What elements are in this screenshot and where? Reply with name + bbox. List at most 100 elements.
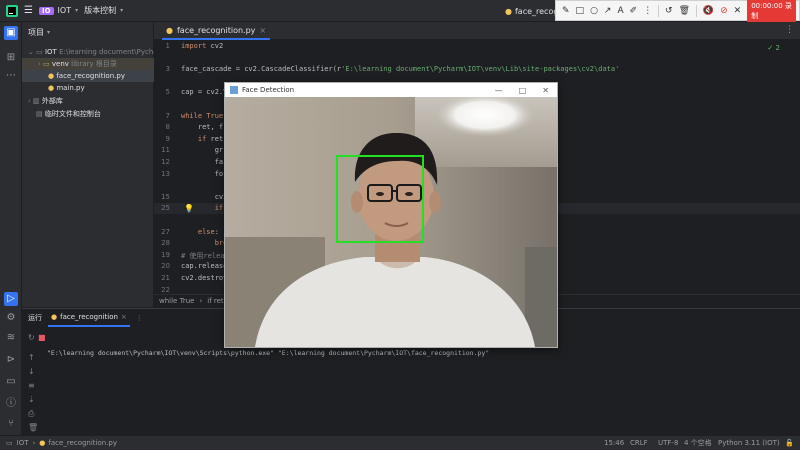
more-icon[interactable]: ⋮: [643, 6, 652, 16]
tree-root[interactable]: ⌄ ▭ IOT E:\learning document\Pychar: [22, 46, 154, 58]
line-number: 25: [161, 204, 170, 213]
mic-muted-icon[interactable]: ⊘: [720, 6, 728, 16]
undo-icon[interactable]: ↺: [665, 6, 673, 16]
window-title-bar[interactable]: Face Detection — □ ✕: [225, 83, 557, 97]
line-number: 22: [161, 285, 170, 294]
code-token: :: [214, 227, 219, 236]
git-icon[interactable]: ⑂: [5, 418, 17, 430]
tree-item-file[interactable]: ● main.py: [22, 82, 154, 94]
tool-window-strip: ▣ ⊞ ⋯ ▷ ⚙ ≋ ⊳ ▭ ⓘ ⑂: [0, 22, 22, 435]
python-interpreter[interactable]: Python 3.11 (IOT): [718, 436, 780, 450]
close-icon[interactable]: ✕: [734, 6, 742, 16]
scroll-end-icon[interactable]: ⇣: [28, 395, 35, 404]
tree-item-external-libs[interactable]: › ▥ 外部库: [22, 95, 154, 107]
divider: [658, 4, 660, 17]
tree-item-venv[interactable]: › ▭ venv library 根目录: [22, 58, 154, 70]
python-file-icon: ●: [48, 84, 55, 92]
marker-icon[interactable]: ✐: [630, 6, 638, 16]
tree-item-file[interactable]: ● face_recognition.py: [22, 70, 154, 82]
up-icon[interactable]: ↑: [28, 353, 35, 362]
window-icon[interactable]: ▭: [6, 439, 13, 447]
layers-icon[interactable]: ≋: [5, 332, 17, 344]
trash-icon[interactable]: 🗑: [28, 423, 38, 432]
code-token: gr: [181, 146, 224, 155]
code-token: if: [214, 204, 224, 213]
terminal-icon[interactable]: ▭: [5, 376, 17, 388]
status-file[interactable]: face_recognition.py: [48, 439, 117, 447]
camera-frame-image: [225, 97, 557, 347]
indent-setting[interactable]: 4 个空格: [684, 436, 712, 450]
app-icon[interactable]: [6, 4, 18, 17]
trash-icon[interactable]: 🗑: [679, 6, 690, 16]
speaker-muted-icon[interactable]: 🔇: [703, 6, 714, 16]
line-number: 27: [161, 227, 170, 236]
status-project[interactable]: IOT: [17, 439, 29, 447]
inspection-status[interactable]: ✓ 2: [767, 44, 780, 52]
code-line: # 使用relea: [181, 251, 225, 261]
run-tab[interactable]: ● face_recognition ×: [48, 309, 130, 327]
status-bar: ▭ IOT › ● face_recognition.py 15:46 CRLF…: [0, 435, 800, 450]
file-name: main.py: [56, 84, 85, 92]
rectangle-icon[interactable]: □: [576, 6, 585, 16]
project-switcher[interactable]: IO IOT ▾: [38, 6, 78, 15]
code-token: cv2.destroy: [181, 274, 228, 282]
line-number: 21: [161, 274, 170, 282]
file-name: face_recognition.py: [56, 72, 125, 80]
record-button[interactable]: 00:00:00 录制: [747, 0, 796, 23]
rerun-icon[interactable]: ↻: [28, 333, 35, 342]
text-icon[interactable]: A: [617, 6, 623, 16]
more-tools-icon[interactable]: ⋯: [5, 70, 17, 82]
tab-face-recognition[interactable]: ● face_recognition.py ×: [162, 22, 271, 40]
problems-icon[interactable]: ⓘ: [5, 398, 17, 410]
project-name: IOT: [57, 6, 72, 15]
code-line: else:: [181, 228, 219, 236]
close-icon[interactable]: ×: [259, 26, 266, 35]
ide-window: ☰ IO IOT ▾ 版本控制 ▾ ● face_recognitio ✎ □ …: [0, 0, 800, 450]
main-menu-icon[interactable]: ☰: [24, 5, 33, 16]
ellipse-icon[interactable]: ○: [590, 6, 598, 16]
arrow-icon[interactable]: ↗: [604, 6, 612, 16]
file-encoding[interactable]: UTF-8: [658, 436, 678, 450]
services-icon[interactable]: ⊳: [5, 354, 17, 366]
close-icon[interactable]: ✕: [542, 86, 549, 95]
stop-icon[interactable]: ■: [38, 333, 46, 342]
down-icon[interactable]: ↓: [28, 367, 35, 376]
print-icon[interactable]: ⎙: [28, 409, 34, 419]
run-output[interactable]: "E:\learning document\Pycharm\IOT\venv\S…: [47, 349, 489, 357]
line-separator[interactable]: CRLF: [630, 436, 648, 450]
code-token: cap.release: [181, 262, 228, 271]
root-path: E:\learning document\Pychar: [59, 48, 154, 56]
chevron-down-icon[interactable]: ▾: [47, 29, 50, 36]
more-icon[interactable]: ⋮: [785, 25, 794, 35]
tree-item-scratches[interactable]: ▤ 临时文件和控制台: [22, 108, 154, 120]
root-name: IOT: [44, 48, 57, 56]
code-token: else: [197, 227, 215, 236]
cursor-position[interactable]: 15:46: [604, 436, 624, 450]
breadcrumb-item[interactable]: while True: [159, 297, 194, 305]
project-panel: 项目 ▾ ⌄ ▭ IOT E:\learning document\Pychar…: [22, 22, 154, 307]
code-line: gr: [181, 146, 223, 154]
vcs-menu[interactable]: 版本控制 ▾: [84, 5, 123, 16]
python-packages-icon[interactable]: ⚙: [5, 312, 17, 324]
panel-title-text: 项目: [28, 27, 44, 37]
python-file-icon: ●: [48, 72, 55, 80]
breadcrumb-item[interactable]: if ret: [207, 297, 223, 305]
project-folder-icon[interactable]: ▣: [4, 26, 18, 40]
structure-icon[interactable]: ⊞: [5, 52, 17, 64]
lock-icon[interactable]: 🔓: [785, 436, 794, 450]
camera-feed: [225, 97, 557, 347]
line-number: 13: [161, 169, 170, 178]
close-icon[interactable]: ×: [121, 313, 127, 321]
run-icon[interactable]: ▷: [4, 292, 18, 306]
code-token: cap = cv2.V: [181, 88, 228, 97]
more-icon[interactable]: ⋮: [136, 314, 143, 322]
maximize-icon[interactable]: □: [519, 86, 527, 95]
face-detection-window[interactable]: Face Detection — □ ✕: [224, 82, 558, 348]
pen-icon[interactable]: ✎: [562, 6, 570, 16]
check-icon: ✓: [767, 44, 774, 52]
code-line: cap = cv2.V: [181, 88, 227, 96]
lightbulb-icon[interactable]: 💡: [184, 204, 194, 213]
minimize-icon[interactable]: —: [495, 86, 503, 95]
wrap-icon[interactable]: ≡: [28, 381, 35, 390]
